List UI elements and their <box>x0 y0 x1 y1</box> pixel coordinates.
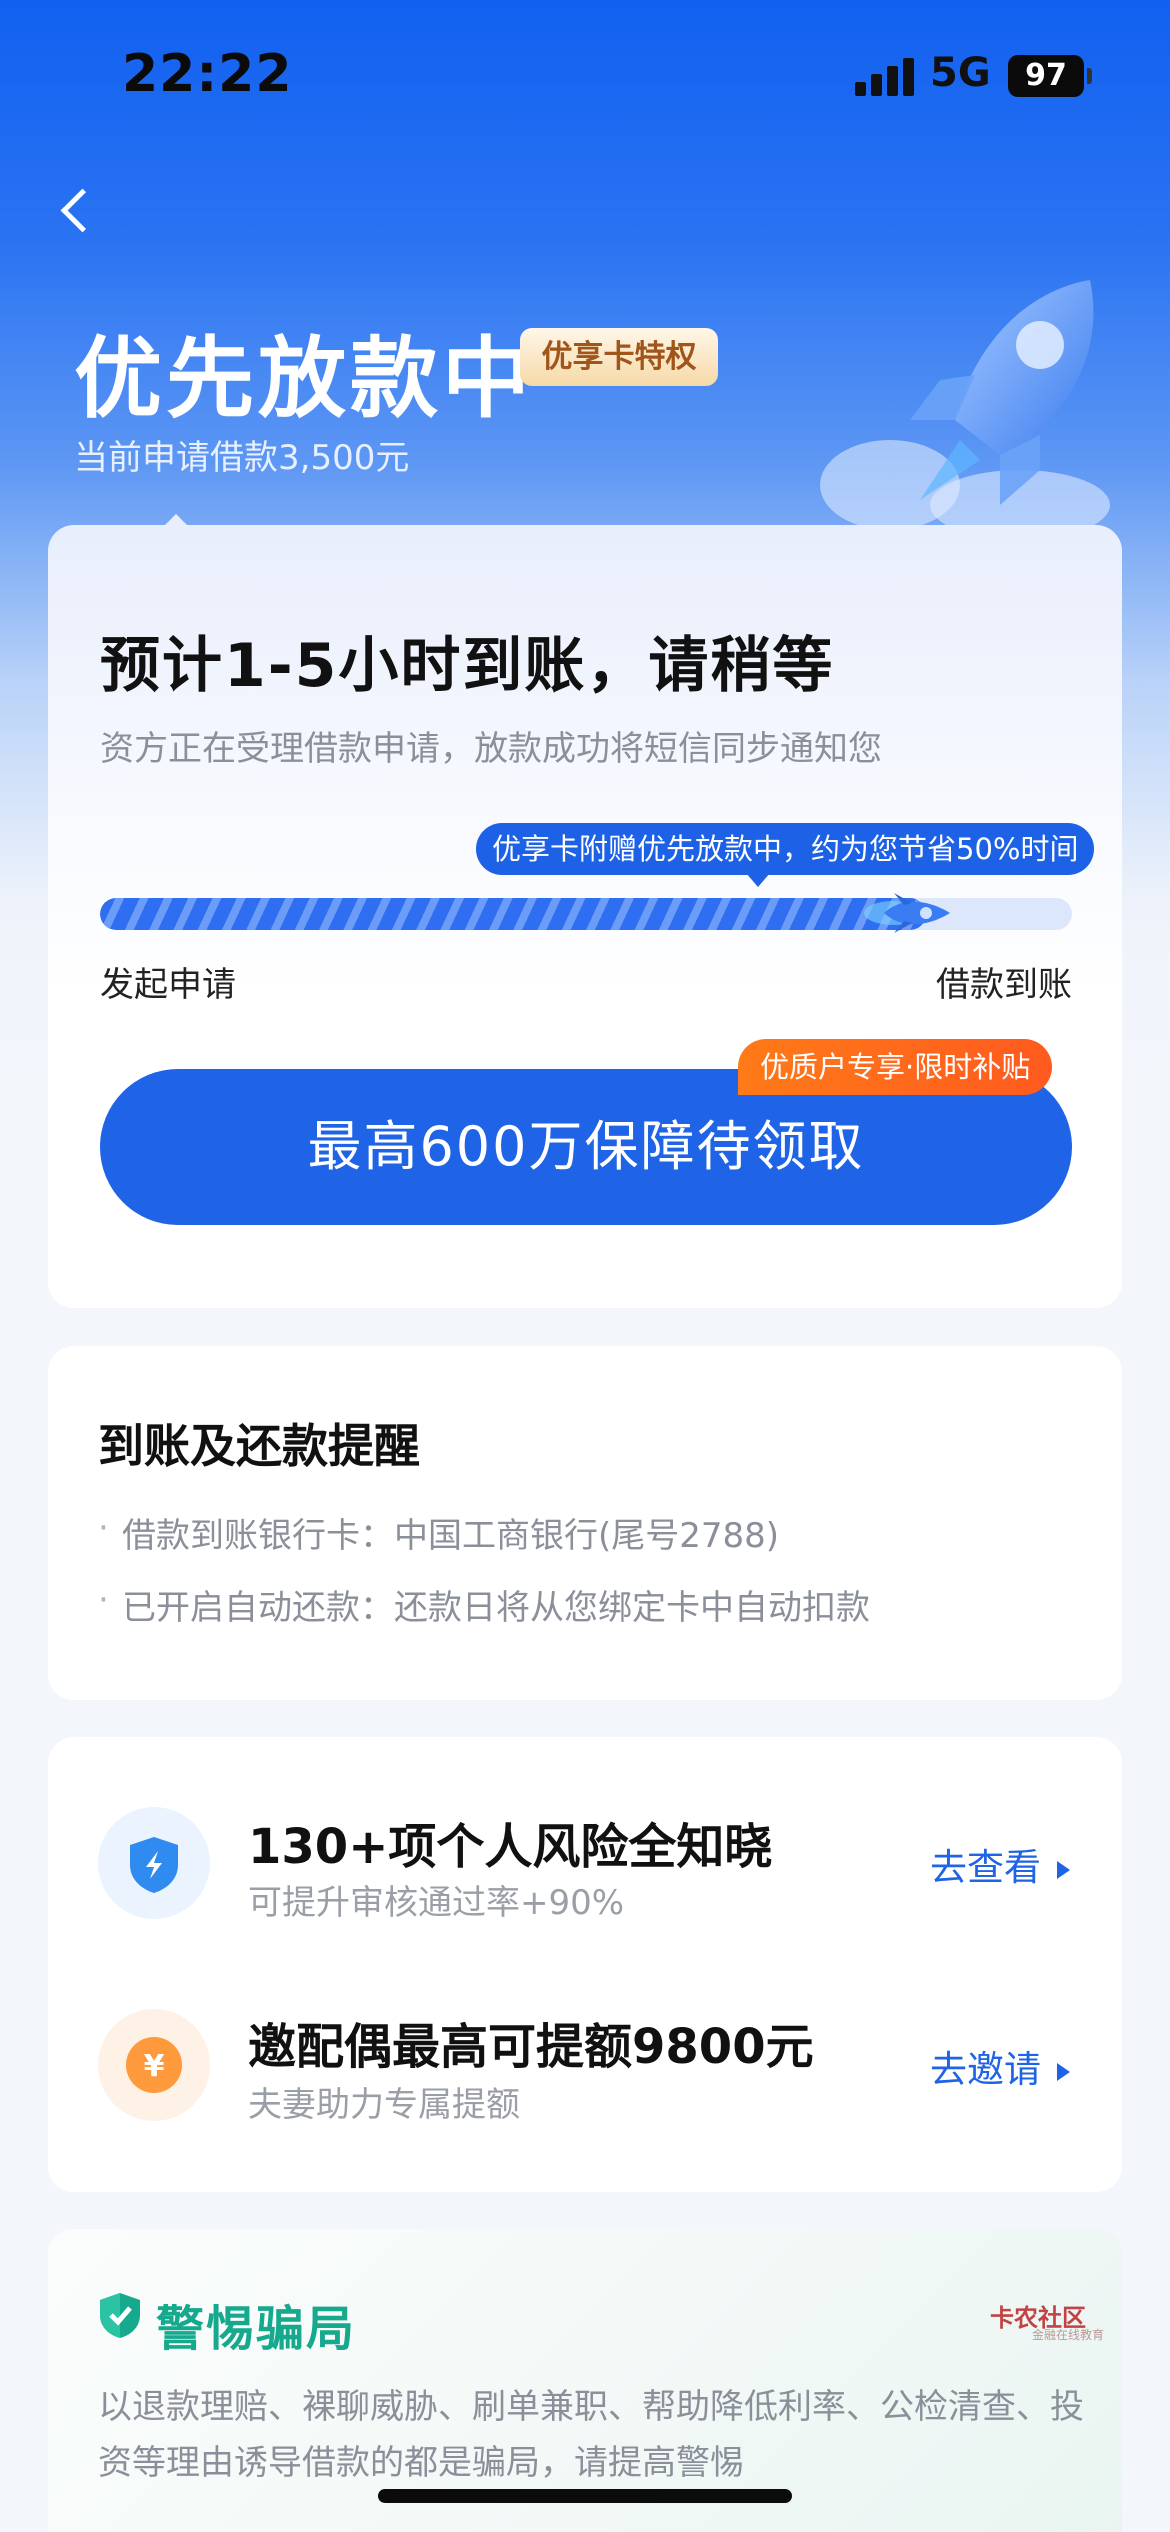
reminder-label: 借款到账银行卡： <box>122 1516 394 1556</box>
eta-description: 资方正在受理借款申请，放款成功将短信同步通知您 <box>100 729 882 769</box>
page-title: 优先放款中 <box>74 327 535 430</box>
risk-report-title: 130+项个人风险全知晓 <box>248 1819 773 1875</box>
yen-coin-icon: ¥ <box>98 2009 210 2121</box>
progress-card: 预计1-5小时到账，请稍等 资方正在受理借款申请，放款成功将短信同步通知您 优享… <box>48 525 1122 1308</box>
fraud-warning-text: 以退款理赔、裸聊威胁、刷单兼职、帮助降低利率、公检清查、投资等理由诱导借款的都是… <box>98 2387 1084 2483</box>
invite-spouse-link[interactable]: 去邀请 <box>930 2039 1070 2093</box>
network-type: 5G <box>930 50 991 96</box>
status-time: 22:22 <box>122 44 293 104</box>
rocket-icon <box>910 280 1094 505</box>
reminder-value: 还款日将从您绑定卡中自动扣款 <box>394 1588 870 1628</box>
reminder-label: 已开启自动还款： <box>122 1588 394 1628</box>
battery-tip <box>1087 68 1092 84</box>
home-indicator <box>378 2489 792 2503</box>
invite-spouse-subtitle: 夫妻助力专属提额 <box>248 2085 520 2125</box>
svg-text:¥: ¥ <box>144 2049 165 2084</box>
shield-lightning-icon <box>98 1807 210 1919</box>
signal-icon <box>855 58 915 96</box>
rocket-progress-icon <box>864 893 950 933</box>
reminder-value: 中国工商银行(尾号2788) <box>394 1516 780 1556</box>
reminder-card: 到账及还款提醒 借款到账银行卡：中国工商银行(尾号2788) 已开启自动还款：还… <box>48 1346 1122 1700</box>
reminder-item-auto-repay: 已开启自动还款：还款日将从您绑定卡中自动扣款 <box>98 1580 870 1629</box>
promo-tag: 优质户专享·限时补贴 <box>738 1039 1053 1095</box>
fraud-warning-title: 警惕骗局 <box>156 2301 357 2357</box>
battery-icon: 97 <box>1008 55 1084 97</box>
features-card: 130+项个人风险全知晓 可提升审核通过率+90% 去查看 ¥ 邀配偶最高可提额… <box>48 1737 1122 2192</box>
privilege-badge: 优享卡特权 <box>520 328 718 386</box>
loan-amount-subtitle: 当前申请借款3,500元 <box>74 438 410 478</box>
view-risk-report-link[interactable]: 去查看 <box>930 1837 1070 1891</box>
risk-report-subtitle: 可提升审核通过率+90% <box>248 1883 625 1923</box>
invite-spouse-title: 邀配偶最高可提额9800元 <box>248 2019 814 2075</box>
fraud-warning-card: 警惕骗局 以退款理赔、裸聊威胁、刷单兼职、帮助降低利率、公检清查、投资等理由诱导… <box>48 2229 1122 2532</box>
back-button[interactable] <box>46 180 106 240</box>
time-saving-tip: 优享卡附赠优先放款中，约为您节省50%时间 <box>476 823 1095 887</box>
step-start-label: 发起申请 <box>100 965 236 1005</box>
progress-fill <box>100 898 926 930</box>
shield-check-icon <box>100 2293 140 2338</box>
step-end-label: 借款到账 <box>936 965 1072 1005</box>
reminder-item-bank-card: 借款到账银行卡：中国工商银行(尾号2788) <box>98 1508 779 1557</box>
eta-title: 预计1-5小时到账，请稍等 <box>100 631 835 701</box>
reminder-title: 到账及还款提醒 <box>98 1419 420 1473</box>
watermark-subtitle: 金融在线教育 <box>1032 2328 1105 2342</box>
